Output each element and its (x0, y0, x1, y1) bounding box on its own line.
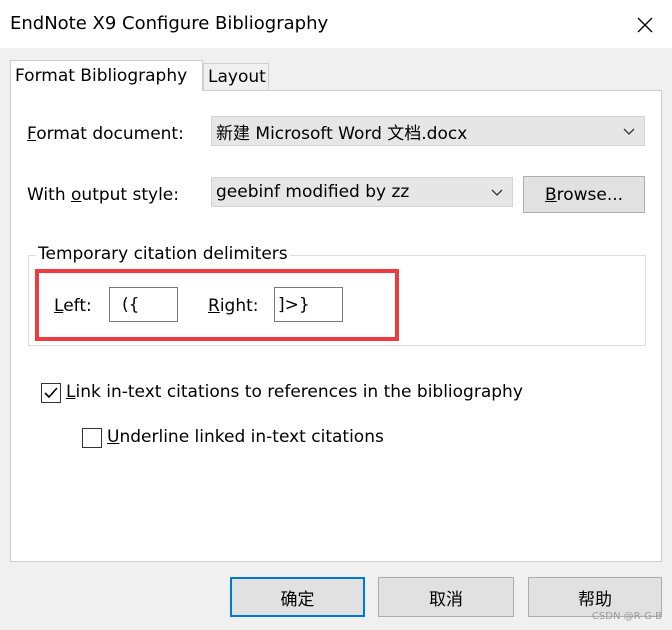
close-icon[interactable] (637, 17, 653, 33)
underline-citations-checkbox[interactable] (82, 428, 102, 448)
cancel-button-label: 取消 (429, 589, 463, 610)
left-delimiter-label: Left: (54, 296, 92, 316)
window-title: EndNote X9 Configure Bibliography (10, 13, 329, 34)
link-citations-label[interactable]: Link in-text citations to references in … (66, 382, 523, 402)
format-document-label: Format document: (27, 124, 184, 144)
left-delimiter-value: ({ (122, 294, 140, 315)
right-label-rest: ight: (219, 296, 259, 316)
ok-button-label: 确定 (280, 589, 315, 610)
delimiters-group-title: Temporary citation delimiters (36, 244, 290, 264)
right-delimiter-input[interactable]: ]>} (274, 287, 343, 322)
tab-format-bibliography-label: Format Bibliography (15, 66, 188, 86)
tab-layout-label: Layout (208, 67, 266, 87)
underline-citations-rest: nderline linked in-text citations (119, 427, 384, 447)
cancel-button[interactable]: 取消 (378, 577, 514, 617)
format-document-label-mnemonic: F (27, 124, 37, 144)
right-delimiter-label: Right: (208, 296, 259, 316)
output-style-label-prefix: With (27, 185, 72, 205)
output-style-label: With output style: (27, 185, 179, 205)
ok-button[interactable]: 确定 (230, 577, 365, 617)
left-label-rest: eft: (63, 296, 92, 316)
title-bar: EndNote X9 Configure Bibliography (0, 0, 672, 48)
output-style-label-mnemonic: o (71, 185, 82, 205)
output-style-select[interactable]: geebinf modified by zz (211, 177, 513, 207)
browse-mnemonic: B (544, 184, 557, 205)
tab-format-bibliography[interactable]: Format Bibliography (10, 60, 203, 91)
link-citations-rest: ink in-text citations to references in t… (75, 382, 523, 402)
browse-button[interactable]: Browse... (523, 176, 645, 213)
close-button[interactable] (628, 8, 662, 42)
watermark: CSDN @R-G-B (591, 611, 662, 622)
chevron-down-icon (491, 189, 503, 196)
format-document-select[interactable]: 新建 Microsoft Word 文档.docx (211, 116, 645, 146)
link-citations-checkbox[interactable] (41, 383, 61, 403)
output-style-label-rest: utput style: (81, 185, 179, 205)
left-delimiter-input[interactable]: ({ (109, 287, 178, 322)
browse-rest: rowse... (556, 184, 624, 205)
tab-layout[interactable]: Layout (203, 63, 269, 91)
output-style-value: geebinf modified by zz (216, 182, 410, 202)
underline-citations-mnemonic: U (107, 427, 120, 447)
right-delimiter-value: ]>} (278, 294, 310, 315)
left-label-mnemonic: L (54, 296, 64, 316)
underline-citations-label[interactable]: Underline linked in-text citations (107, 427, 384, 447)
format-document-label-rest: ormat document: (36, 124, 184, 144)
checkmark-icon (44, 387, 58, 399)
help-button-label: 帮助 (578, 589, 612, 610)
format-document-value: 新建 Microsoft Word 文档.docx (216, 123, 468, 144)
right-label-mnemonic: R (208, 296, 220, 316)
chevron-down-icon (623, 128, 635, 135)
